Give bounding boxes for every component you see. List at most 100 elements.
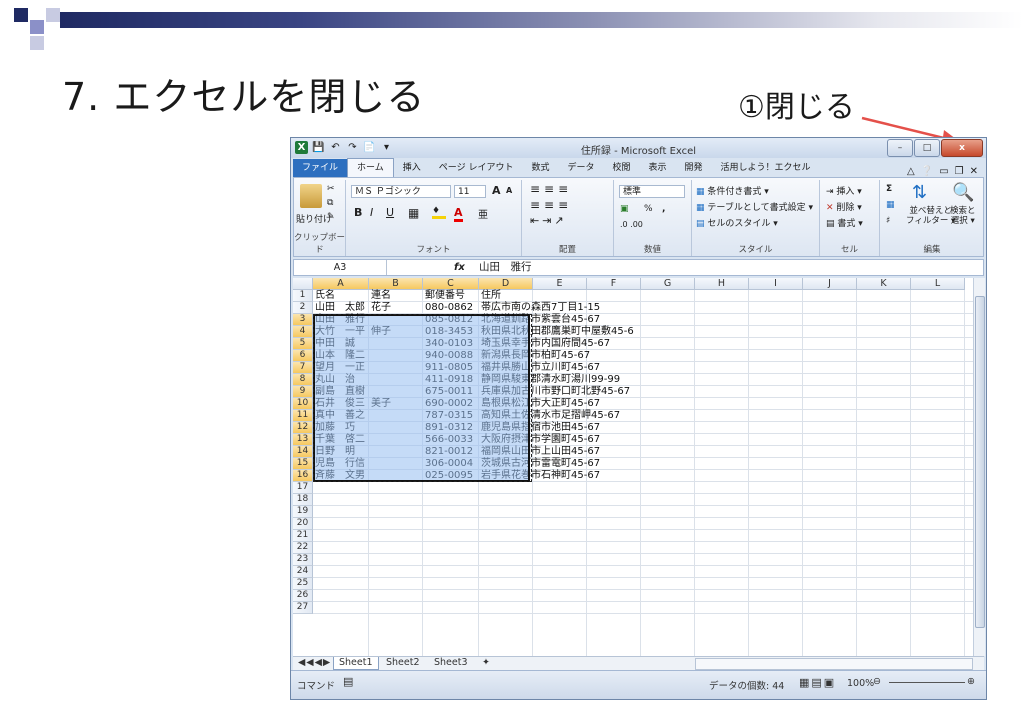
row-header-25[interactable]: 25 xyxy=(293,578,313,590)
minimize-button[interactable]: – xyxy=(887,139,913,157)
sort-filter-button[interactable]: 並べ替えと フィルター ▾ xyxy=(906,206,955,226)
tab-review[interactable]: 校閲 xyxy=(603,159,639,177)
tab-custom[interactable]: 活用しよう！エクセル xyxy=(712,159,820,177)
grow-font-button[interactable]: A xyxy=(492,184,501,197)
row-header-20[interactable]: 20 xyxy=(293,518,313,530)
view-buttons-icon[interactable]: ▦▤▣ xyxy=(799,676,836,689)
tab-data[interactable]: データ xyxy=(558,159,603,177)
cell-a1[interactable]: 氏名 xyxy=(313,290,335,302)
cell-b2[interactable]: 花子 xyxy=(369,302,391,314)
new-sheet-icon[interactable]: ✦ xyxy=(477,657,495,669)
row-header-18[interactable]: 18 xyxy=(293,494,313,506)
row-header-7[interactable]: 7 xyxy=(293,362,313,374)
currency-icon[interactable]: ▣ xyxy=(620,204,629,214)
row-header-24[interactable]: 24 xyxy=(293,566,313,578)
insert-function-button[interactable]: fx xyxy=(454,260,465,275)
doc-close-icon[interactable]: ✕ xyxy=(970,166,978,177)
tab-file[interactable]: ファイル xyxy=(293,159,348,177)
font-color-icon[interactable]: A xyxy=(454,206,463,222)
number-format-box[interactable]: 標準 xyxy=(619,185,685,198)
row-header-22[interactable]: 22 xyxy=(293,542,313,554)
vertical-scrollbar[interactable] xyxy=(973,278,985,656)
cell-c1[interactable]: 郵便番号 xyxy=(423,290,465,302)
row-header-9[interactable]: 9 xyxy=(293,386,313,398)
row-header-17[interactable]: 17 xyxy=(293,482,313,494)
row-header-14[interactable]: 14 xyxy=(293,446,313,458)
column-header-h[interactable]: H xyxy=(695,278,749,290)
column-header-e[interactable]: E xyxy=(533,278,587,290)
borders-icon[interactable]: ▦ xyxy=(408,206,419,220)
column-header-f[interactable]: F xyxy=(587,278,641,290)
row-header-2[interactable]: 2 xyxy=(293,302,313,314)
sheet-tab-sheet3[interactable]: Sheet3 xyxy=(429,657,473,669)
doc-minimize-icon[interactable]: ▭ xyxy=(939,166,948,177)
column-header-b[interactable]: B xyxy=(369,278,423,290)
format-cells-button[interactable]: ▤ 書式 ▾ xyxy=(826,216,863,229)
delete-cells-button[interactable]: ✕ 削除 ▾ xyxy=(826,200,862,213)
spreadsheet-grid[interactable]: A B C D E F G H I J K L 1 2 3 4 5 6 7 8 9 10 11 12 13 14 15 16 17 18 1… xyxy=(293,278,973,656)
decimal-icons[interactable]: .0 .00 xyxy=(620,220,643,229)
indent-icons[interactable]: ⇤⇥↗ xyxy=(530,214,567,227)
phonetic-icon[interactable]: 亜 xyxy=(478,206,488,221)
column-header-i[interactable]: I xyxy=(749,278,803,290)
row-header-5[interactable]: 5 xyxy=(293,338,313,350)
row-header-13[interactable]: 13 xyxy=(293,434,313,446)
cell-c2[interactable]: 080-0862 xyxy=(423,302,473,314)
restore-button[interactable]: □ xyxy=(914,139,940,157)
row-header-6[interactable]: 6 xyxy=(293,350,313,362)
row-header-15[interactable]: 15 xyxy=(293,458,313,470)
zoom-out-icon[interactable]: ⊖ xyxy=(873,676,881,687)
shrink-font-button[interactable]: A xyxy=(506,186,512,195)
zoom-in-icon[interactable]: ⊕ xyxy=(967,676,975,687)
row-header-10[interactable]: 10 xyxy=(293,398,313,410)
tab-view[interactable]: 表示 xyxy=(640,159,676,177)
font-size-box[interactable]: 11 xyxy=(454,185,486,198)
row-header-11[interactable]: 11 xyxy=(293,410,313,422)
row-header-19[interactable]: 19 xyxy=(293,506,313,518)
column-header-g[interactable]: G xyxy=(641,278,695,290)
row-header-16[interactable]: 16 xyxy=(293,470,313,482)
paste-icon[interactable] xyxy=(300,184,322,208)
column-header-j[interactable]: J xyxy=(803,278,857,290)
row-header-12[interactable]: 12 xyxy=(293,422,313,434)
close-button[interactable]: x xyxy=(941,139,983,157)
cell-a2[interactable]: 山田 太郎 xyxy=(313,302,365,314)
autosum-button[interactable]: Σ xyxy=(886,184,892,194)
horizontal-scrollbar[interactable] xyxy=(695,658,973,670)
cell-styles-button[interactable]: ▤ セルのスタイル ▾ xyxy=(696,216,778,229)
clear-icon[interactable]: ♯ xyxy=(886,216,890,226)
sheet-nav-icons[interactable]: ◀◀◀▶ xyxy=(293,657,336,669)
conditional-format-button[interactable]: ▦ 条件付き書式 ▾ xyxy=(696,184,769,197)
doc-restore-icon[interactable]: ❐ xyxy=(955,166,964,177)
font-name-box[interactable]: ＭＳ Ｐゴシック xyxy=(351,185,451,198)
formula-input[interactable]: 山田 雅行 xyxy=(479,260,532,275)
sheet-tab-sheet2[interactable]: Sheet2 xyxy=(381,657,425,669)
cell-d2[interactable]: 帯広市南の森西7丁目1-15 xyxy=(479,302,600,314)
name-box[interactable]: A3 xyxy=(294,260,387,275)
cell-b1[interactable]: 連名 xyxy=(369,290,391,302)
row-header-21[interactable]: 21 xyxy=(293,530,313,542)
row-header-26[interactable]: 26 xyxy=(293,590,313,602)
format-painter-icon[interactable]: ✎ xyxy=(327,212,335,222)
sheet-tab-sheet1[interactable]: Sheet1 xyxy=(333,657,379,670)
ribbon-minimize-icon[interactable]: △ xyxy=(907,166,915,177)
cut-icon[interactable]: ✂ xyxy=(327,184,335,194)
tab-page-layout[interactable]: ページ レイアウト xyxy=(430,159,523,177)
row-header-4[interactable]: 4 xyxy=(293,326,313,338)
tab-home[interactable]: ホーム xyxy=(347,158,394,177)
insert-cells-button[interactable]: ⇥ 挿入 ▾ xyxy=(826,184,862,197)
fill-icon[interactable]: ▦ xyxy=(886,200,895,210)
copy-icon[interactable]: ⧉ xyxy=(327,198,333,208)
zoom-slider[interactable] xyxy=(889,682,965,683)
underline-button[interactable]: U xyxy=(386,206,394,219)
cell-d1[interactable]: 住所 xyxy=(479,290,501,302)
row-header-27[interactable]: 27 xyxy=(293,602,313,614)
tab-developer[interactable]: 開発 xyxy=(676,159,712,177)
format-as-table-button[interactable]: ▦ テーブルとして書式設定 ▾ xyxy=(696,200,813,213)
row-header-8[interactable]: 8 xyxy=(293,374,313,386)
comma-button[interactable]: , xyxy=(662,204,665,214)
column-header-a[interactable]: A xyxy=(313,278,369,290)
row-header-1[interactable]: 1 xyxy=(293,290,313,302)
tab-formulas[interactable]: 数式 xyxy=(522,159,558,177)
italic-button[interactable]: I xyxy=(370,206,373,219)
